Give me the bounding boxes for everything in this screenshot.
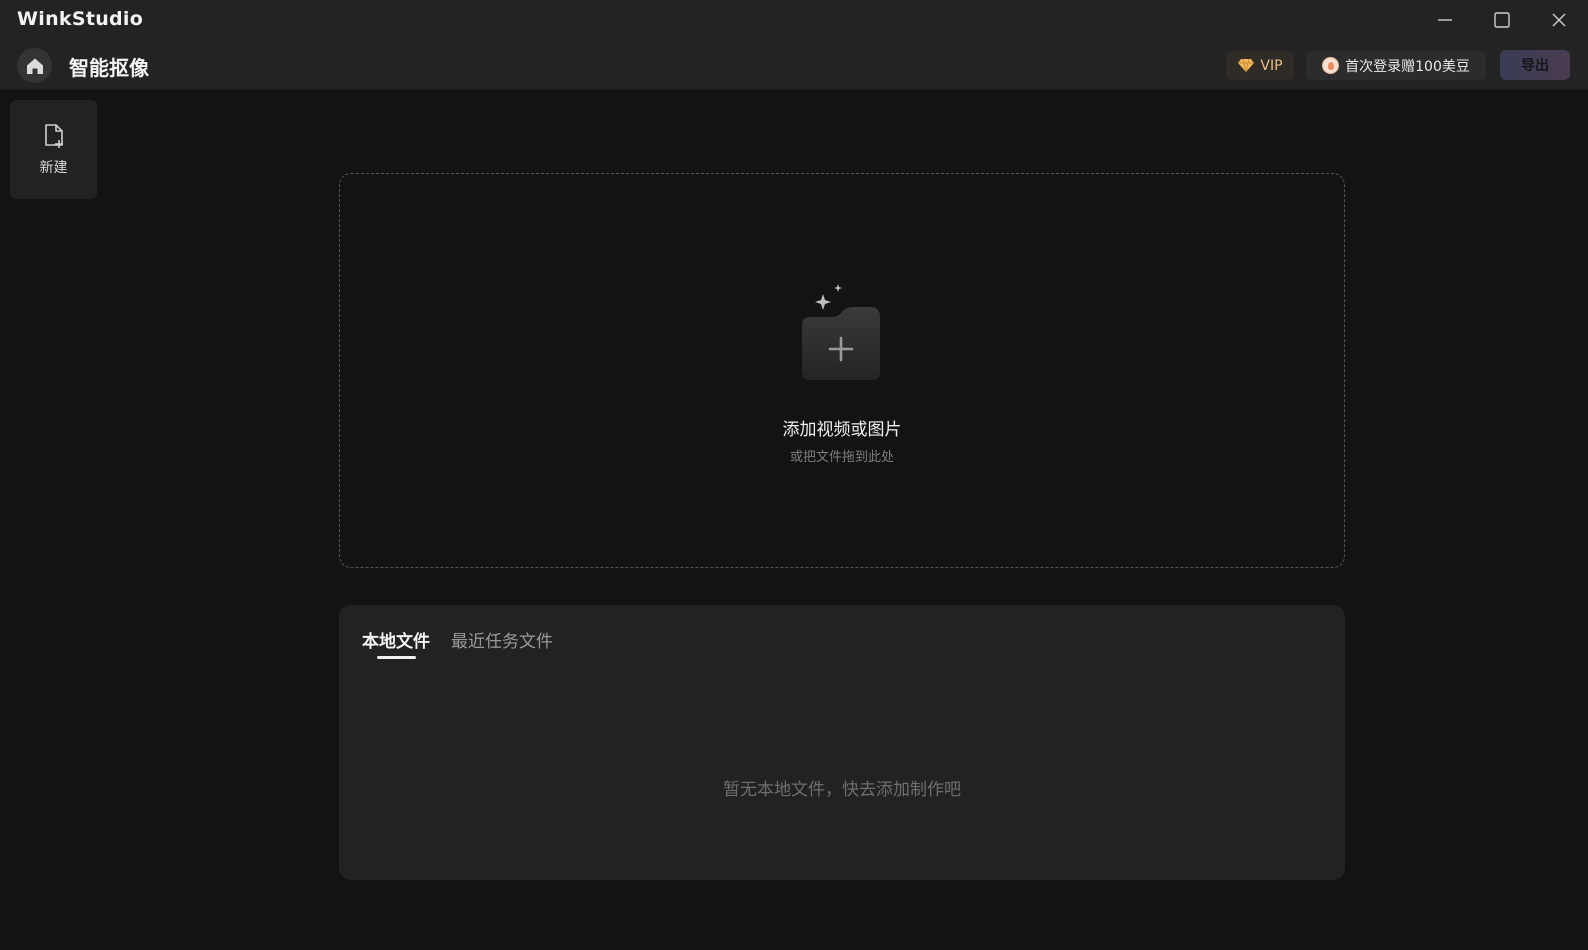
bean-coin-icon [1322,57,1340,74]
tab-recent-task-files[interactable]: 最近任务文件 [451,627,553,652]
drop-zone-subtitle: 或把文件拖到此处 [789,450,894,465]
new-file-icon [44,123,63,148]
maximize-button[interactable] [1478,4,1526,36]
empty-state-message: 暂无本地文件，快去添加制作吧 [723,780,961,800]
app-name: WinkStudio [17,8,144,30]
diamond-icon [1238,58,1255,73]
new-project-button[interactable]: 新建 [10,100,97,199]
add-folder-icon [792,284,892,384]
page-header: 智能抠像 VIP 首次登录赠100美豆 导出 [0,40,1588,90]
minimize-button[interactable] [1421,4,1469,36]
new-label: 新建 [39,159,68,176]
title-bar: WinkStudio [0,0,1588,40]
active-tab-indicator [377,656,416,659]
page-title: 智能抠像 [69,56,149,80]
home-button[interactable] [17,48,52,83]
minimize-icon [1438,19,1452,21]
home-icon [26,58,43,74]
promo-label: 首次登录赠100美豆 [1345,58,1470,75]
close-button[interactable] [1535,4,1583,36]
vip-label: VIP [1260,57,1283,74]
files-panel: 本地文件 最近任务文件 暂无本地文件，快去添加制作吧 [339,605,1345,880]
tab-local-files[interactable]: 本地文件 [362,627,430,652]
first-login-promo-button[interactable]: 首次登录赠100美豆 [1306,51,1486,80]
file-drop-zone[interactable]: 添加视频或图片 或把文件拖到此处 [339,173,1345,568]
export-button[interactable]: 导出 [1500,50,1570,80]
drop-zone-title: 添加视频或图片 [782,420,902,440]
close-icon [1552,13,1566,27]
vip-button[interactable]: VIP [1226,51,1294,80]
maximize-icon [1494,12,1510,28]
